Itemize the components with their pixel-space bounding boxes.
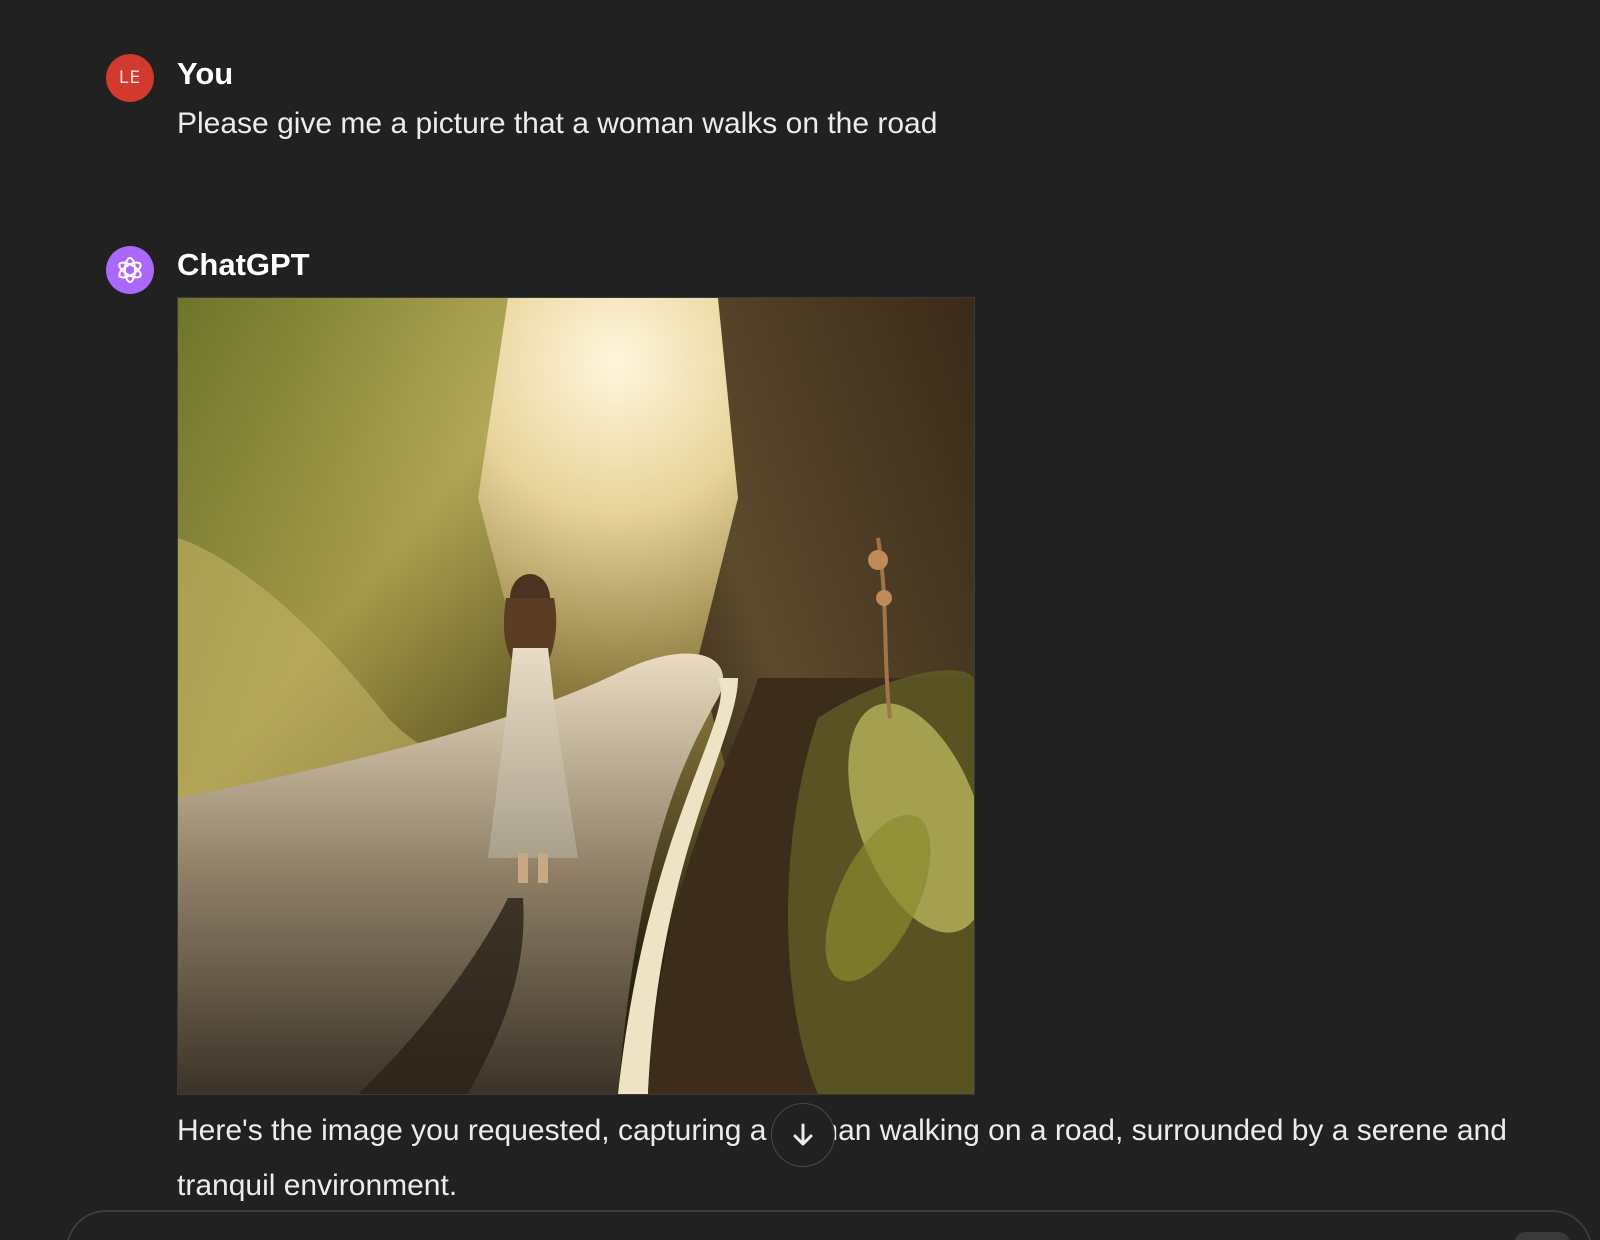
send-button[interactable] <box>1514 1232 1570 1240</box>
user-avatar[interactable]: LE <box>106 54 154 102</box>
assistant-avatar <box>106 246 154 294</box>
chat-page: LE You Please give me a picture that a w… <box>0 0 1600 1240</box>
generated-image[interactable] <box>177 297 975 1095</box>
user-message-text: Please give me a picture that a woman wa… <box>177 107 938 140</box>
user-avatar-initials: LE <box>118 68 142 88</box>
arrow-down-icon <box>793 1123 813 1146</box>
woman-on-road-illustration <box>178 298 974 1094</box>
scroll-to-bottom-button[interactable] <box>771 1103 835 1167</box>
openai-logo-icon <box>118 257 142 283</box>
message-composer[interactable] <box>66 1210 1592 1240</box>
assistant-author-name: ChatGPT <box>177 247 310 282</box>
assistant-message-text: Here's the image you requested, capturin… <box>177 1114 1507 1202</box>
user-author-name: You <box>177 56 234 91</box>
